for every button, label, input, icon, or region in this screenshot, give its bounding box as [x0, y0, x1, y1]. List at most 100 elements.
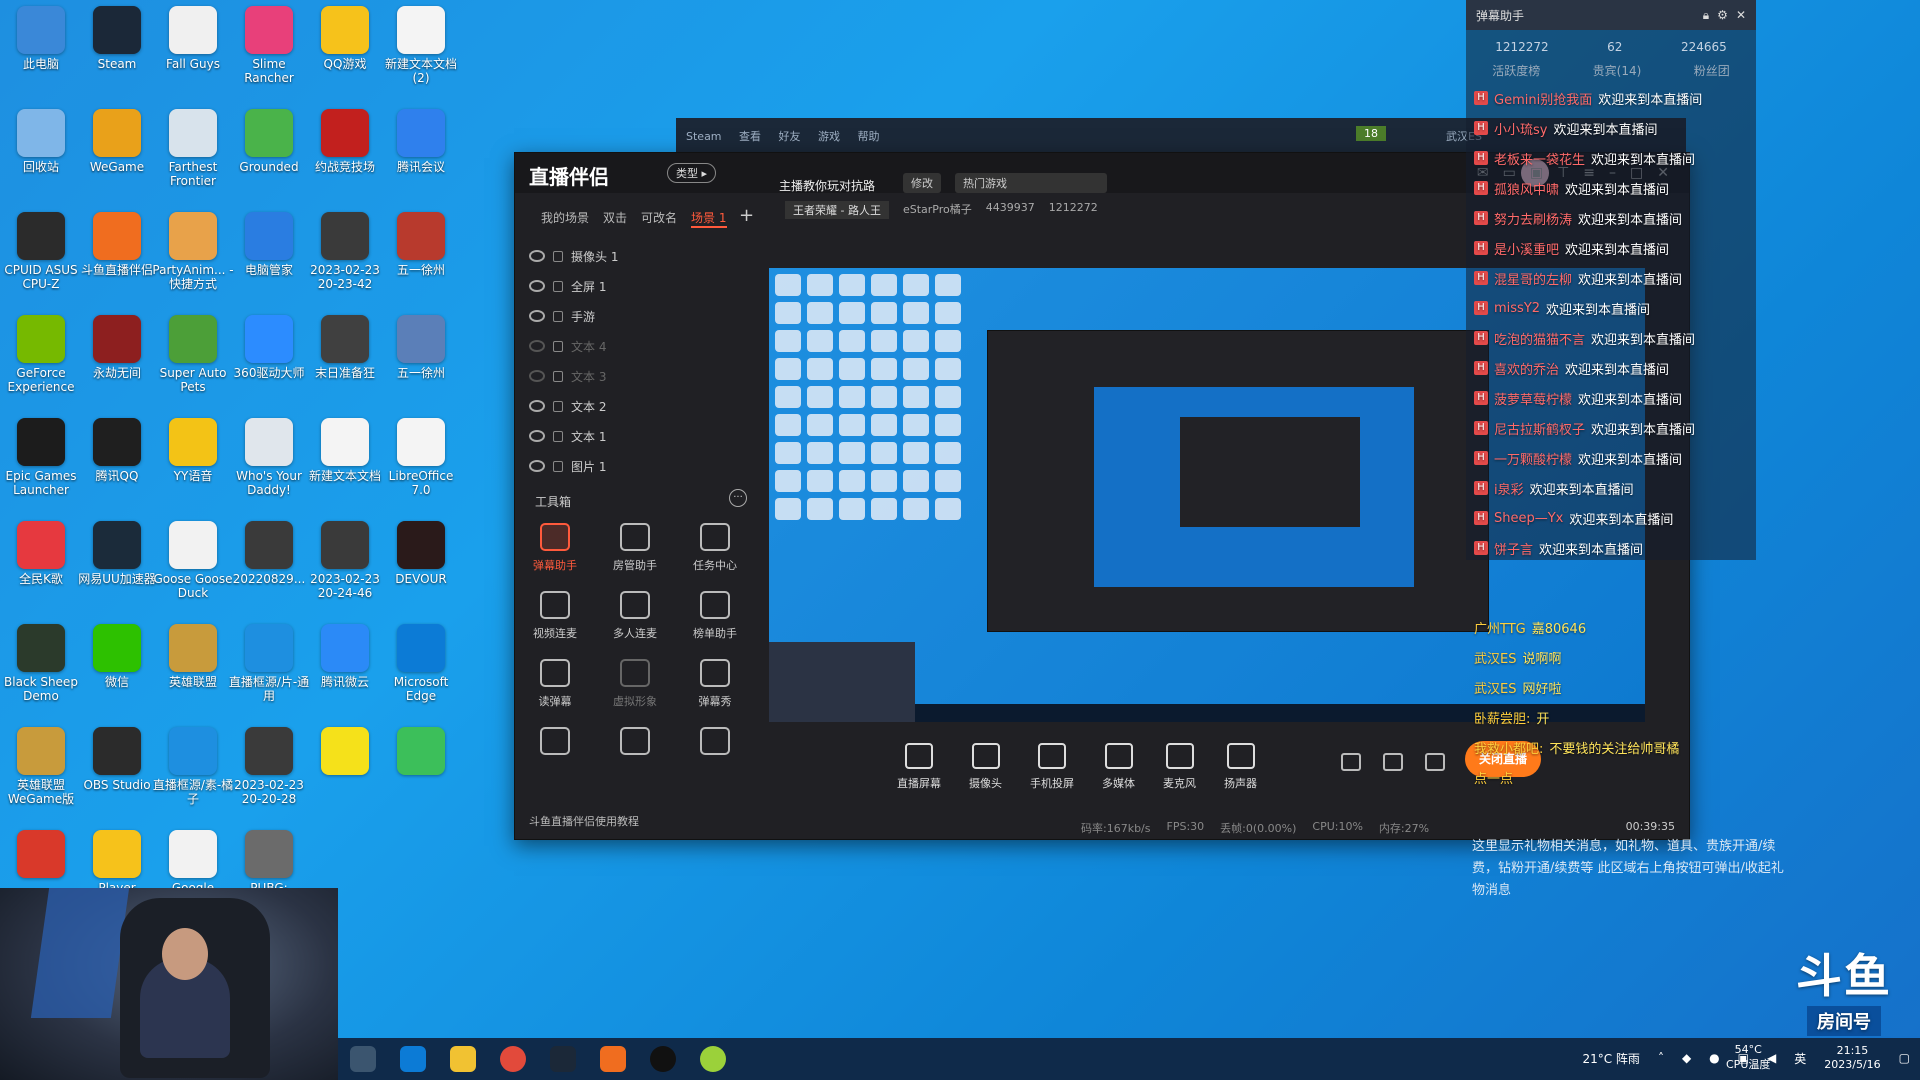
tab-my-scenes[interactable]: 我的场景 [541, 209, 589, 228]
tool-button[interactable]: 榜单助手 [675, 591, 755, 641]
desktop-icon[interactable]: LibreOffice 7.0 [380, 418, 462, 497]
tool-button[interactable] [515, 727, 595, 761]
desktop-icon[interactable]: DEVOUR [380, 521, 462, 586]
tool-button[interactable]: 房管助手 [595, 523, 675, 573]
lock-icon[interactable]: 🔒︎ [1703, 8, 1709, 23]
desktop-icon[interactable]: 腾讯会议 [380, 109, 462, 174]
desktop-icon[interactable] [380, 727, 462, 778]
steam-icon[interactable] [550, 1046, 576, 1072]
desktop-icon[interactable]: Goose Goose Duck [152, 521, 234, 600]
preview-eye-icon[interactable] [1383, 753, 1403, 771]
desktop-icon[interactable]: 20220829... [228, 521, 310, 586]
tab-scene-1[interactable]: 场景 1 [691, 209, 727, 228]
tab-double-click[interactable]: 双击 [603, 209, 627, 228]
danmu-message-list[interactable]: H Gemini别抢我面 欢迎来到本直播间 H 小小琉sy 欢迎来到本直播间 H 老板来一袋花… [1466, 83, 1756, 563]
source-control-button[interactable]: 直播屏幕 [897, 743, 941, 791]
clock[interactable]: 21:15 2023/5/16 [1824, 1044, 1880, 1072]
desktop-icon[interactable]: 此电脑 [0, 6, 82, 71]
desktop-icon[interactable]: Who's Your Daddy! [228, 418, 310, 497]
type-selector[interactable]: 类型 ▸ [667, 163, 717, 183]
source-control-button[interactable]: 手机投屏 [1030, 743, 1074, 791]
desktop-icon[interactable]: 英雄联盟WeGame版 [0, 727, 82, 806]
tool-button[interactable]: 弹幕助手 [515, 523, 595, 573]
desktop-icon[interactable]: GeForce Experience [0, 315, 82, 394]
desktop-icon[interactable]: 新建文本文档 (2) [380, 6, 462, 85]
danmu-message[interactable]: H 小小琉sy 欢迎来到本直播间 [1466, 113, 1756, 143]
steam-menu-help[interactable]: 帮助 [858, 130, 880, 143]
desktop-icon[interactable]: Super Auto Pets [152, 315, 234, 394]
gear-icon[interactable]: ⚙ [1717, 8, 1728, 23]
desktop-icon[interactable]: 2023-02-23 20-23-42 [304, 212, 386, 291]
steam-menu-games[interactable]: 游戏 [818, 130, 840, 143]
source-item[interactable]: 文本 3 [529, 361, 759, 391]
desktop-icon[interactable]: 微信 [76, 624, 158, 689]
tool-button[interactable]: 弹幕秀 [675, 659, 755, 709]
source-item[interactable]: 文本 4 [529, 331, 759, 361]
desktop-icon[interactable]: PartyAnim... - 快捷方式 [152, 212, 234, 291]
chat-message[interactable]: 武汉ES 网好啦 [1466, 672, 1796, 702]
settings-icon[interactable] [1425, 753, 1445, 771]
lock-icon[interactable] [553, 250, 563, 262]
lock-icon[interactable] [553, 400, 563, 412]
chevron-up-icon[interactable]: ˄ [1658, 1051, 1664, 1065]
tool-button[interactable]: 视频连麦 [515, 591, 595, 641]
desktop-icon[interactable]: Fall Guys [152, 6, 234, 71]
add-scene-button[interactable]: + [739, 205, 754, 226]
task-view-icon[interactable] [350, 1046, 376, 1072]
danmu-message[interactable]: H 一万颗酸柠檬 欢迎来到本直播间 [1466, 443, 1756, 473]
desktop-icon[interactable]: Black Sheep Demo [0, 624, 82, 703]
desktop-icon[interactable]: 腾讯微云 [304, 624, 386, 689]
danmu-message[interactable]: H Sheep—Yx 欢迎来到本直播间 [1466, 503, 1756, 533]
notification-icon[interactable]: ▢ [1899, 1051, 1910, 1065]
desktop-icon[interactable]: 全民K歌 [0, 521, 82, 586]
danmu-message[interactable]: HmissY2 欢迎来到本直播间 [1466, 293, 1756, 323]
chat-message[interactable]: 点一点 [1466, 762, 1796, 792]
danmu-message[interactable]: H 尼古拉斯鹤杈子 欢迎来到本直播间 [1466, 413, 1756, 443]
steam-menu-friends[interactable]: 好友 [779, 130, 801, 143]
danmu-message[interactable]: H 老板来一袋花生 欢迎来到本直播间 [1466, 143, 1756, 173]
file-explorer-icon[interactable] [450, 1046, 476, 1072]
desktop-icon[interactable]: 英雄联盟 [152, 624, 234, 689]
desktop-icon[interactable]: 2023-02-23 20-20-28 [228, 727, 310, 806]
source-control-button[interactable]: 扬声器 [1224, 743, 1257, 791]
tool-button[interactable]: 任务中心 [675, 523, 755, 573]
eye-icon[interactable] [529, 400, 545, 412]
source-item[interactable]: 全屏 1 [529, 271, 759, 301]
desktop-icon[interactable]: QQ游戏 [304, 6, 386, 71]
volume-icon[interactable]: ◀ [1767, 1051, 1776, 1065]
source-item[interactable]: 图片 1 [529, 451, 759, 481]
source-control-button[interactable]: 多媒体 [1102, 743, 1135, 791]
eye-icon[interactable] [529, 460, 545, 472]
desktop-icon[interactable]: 末日准备狂 [304, 315, 386, 380]
chat-message[interactable]: 卧薪尝胆: 开 [1466, 702, 1796, 732]
desktop-icon[interactable]: 五一徐州 [380, 315, 462, 380]
tool-button[interactable] [595, 727, 675, 761]
edge-icon[interactable] [400, 1046, 426, 1072]
steam-notification-badge[interactable]: 18 [1356, 126, 1386, 141]
shield-icon[interactable]: ◆ [1682, 1051, 1691, 1065]
source-item[interactable]: 手游 [529, 301, 759, 331]
chat-message[interactable]: 武汉ES 说啊啊 [1466, 642, 1796, 672]
desktop-icon[interactable] [304, 727, 386, 778]
source-item[interactable]: 摄像头 1 [529, 241, 759, 271]
record-icon[interactable] [1341, 753, 1361, 771]
desktop-icon[interactable]: 腾讯QQ [76, 418, 158, 483]
chat-message[interactable]: 我救小都吧: 不要钱的关注给帅哥橘 [1466, 732, 1796, 762]
desktop-icon[interactable]: Player [76, 830, 158, 895]
danmu-message[interactable]: H 是小溪重吧 欢迎来到本直播间 [1466, 233, 1756, 263]
eye-icon[interactable] [529, 310, 545, 322]
desktop-icon[interactable]: 直播框源/片-通用 [228, 624, 310, 703]
desktop-icon[interactable]: 永劫无间 [76, 315, 158, 380]
danmu-message[interactable]: H 混星哥的左柳 欢迎来到本直播间 [1466, 263, 1756, 293]
tab-fans[interactable]: 粉丝团 [1694, 62, 1730, 79]
category-selector[interactable]: 热门游戏 [955, 173, 1107, 193]
ea-icon[interactable] [650, 1046, 676, 1072]
ime-indicator[interactable]: 英 [1794, 1050, 1806, 1067]
eye-icon[interactable] [529, 430, 545, 442]
source-control-button[interactable]: 摄像头 [969, 743, 1002, 791]
tool-button[interactable] [675, 727, 755, 761]
tab-vip[interactable]: 贵宾(14) [1593, 62, 1642, 79]
lock-icon[interactable] [553, 370, 563, 382]
desktop-icon[interactable] [0, 830, 82, 881]
danmu-message[interactable]: H Gemini别抢我面 欢迎来到本直播间 [1466, 83, 1756, 113]
